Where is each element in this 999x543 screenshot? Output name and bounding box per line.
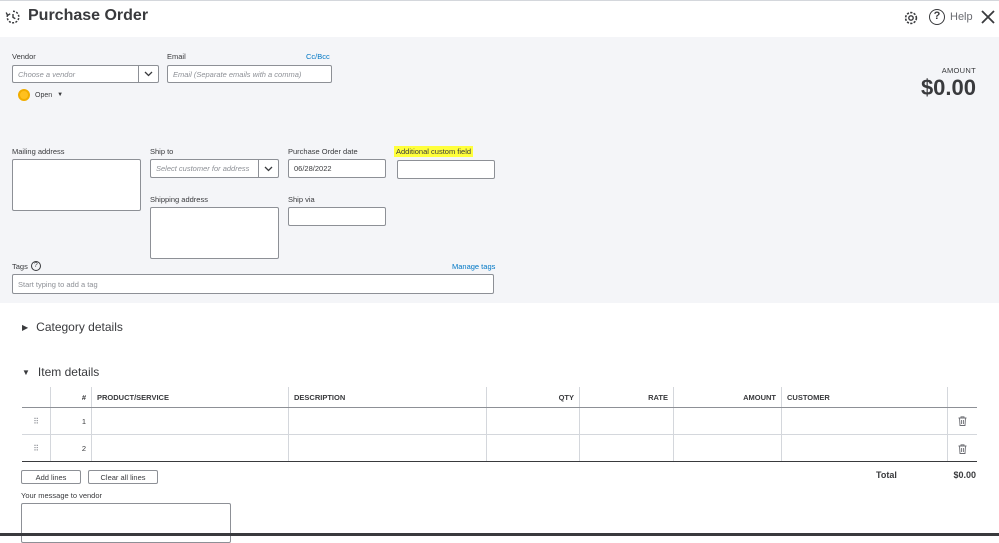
gear-icon[interactable]	[902, 9, 920, 27]
email-field[interactable]: Email (Separate emails with a comma)	[167, 65, 332, 83]
email-label: Email	[167, 52, 186, 61]
custom-field-label: Additional custom field	[394, 146, 474, 157]
cc-bcc-link[interactable]: Cc/Bcc	[306, 52, 330, 61]
trash-icon	[958, 443, 967, 454]
status-badge[interactable]: Open ▼	[18, 89, 63, 101]
column-header-amount: AMOUNT	[673, 387, 781, 407]
description-cell[interactable]	[288, 435, 486, 462]
trash-icon	[958, 416, 967, 426]
drag-column-header	[22, 387, 50, 407]
table-bottom-border	[22, 461, 977, 462]
total-value: $0.00	[953, 470, 976, 480]
delete-row-button[interactable]	[947, 408, 977, 434]
triangle-right-icon: ▶	[22, 322, 29, 332]
form-area: Vendor Choose a vendor Open ▼ Email Cc/B…	[0, 37, 999, 303]
caret-down-icon: ▼	[57, 92, 64, 98]
status-dot-icon	[18, 89, 30, 101]
po-date-field[interactable]: 06/28/2022	[288, 159, 386, 178]
custom-field-input[interactable]	[397, 160, 495, 179]
shipping-address-field[interactable]	[150, 207, 279, 259]
column-header-number: #	[50, 387, 91, 407]
table-row[interactable]: ⠿ 1	[22, 408, 977, 435]
tags-input[interactable]: Start typing to add a tag	[12, 274, 494, 294]
qty-cell[interactable]	[486, 408, 579, 434]
page-title: Purchase Order	[28, 7, 149, 24]
delete-row-button[interactable]	[947, 435, 977, 462]
mailing-address-label: Mailing address	[12, 147, 65, 156]
status-label: Open	[35, 91, 53, 99]
customer-cell[interactable]	[781, 435, 947, 462]
total-label: Total	[876, 470, 897, 480]
help-circle-icon[interactable]: ?	[30, 261, 41, 271]
amount-cell[interactable]	[673, 435, 781, 462]
item-details-label: Item details	[37, 365, 100, 379]
help-button[interactable]: ? Help	[929, 9, 973, 25]
category-details-toggle[interactable]: ▶ Category details	[22, 320, 123, 334]
clear-all-lines-button[interactable]: Clear all lines	[88, 470, 158, 484]
vendor-message-field[interactable]	[21, 503, 231, 543]
triangle-down-icon: ▼	[22, 367, 30, 377]
column-header-product: PRODUCT/SERVICE	[91, 387, 288, 407]
ship-via-label: Ship via	[288, 195, 315, 204]
mailing-address-field[interactable]	[12, 159, 141, 211]
table-row[interactable]: ⠿ 2	[22, 435, 977, 462]
rate-cell[interactable]	[579, 435, 673, 462]
chevron-down-icon	[144, 71, 153, 77]
drag-handle-icon[interactable]: ⠿	[22, 435, 50, 462]
column-header-qty: QTY	[486, 387, 579, 407]
category-details-label: Category details	[36, 320, 123, 334]
vendor-dropdown-button[interactable]	[138, 65, 159, 83]
po-date-label: Purchase Order date	[288, 147, 358, 156]
chevron-down-icon	[264, 166, 273, 171]
column-header-description: DESCRIPTION	[288, 387, 486, 407]
drag-handle-icon[interactable]: ⠿	[22, 408, 50, 434]
qty-cell[interactable]	[486, 435, 579, 462]
product-cell[interactable]	[91, 435, 288, 462]
ship-to-label: Ship to	[150, 147, 174, 156]
vendor-label: Vendor	[12, 52, 36, 61]
shipping-address-label: Shipping address	[150, 195, 208, 204]
manage-tags-link[interactable]: Manage tags	[452, 262, 495, 271]
amount-label: AMOUNT	[941, 66, 976, 75]
recent-history-icon[interactable]	[5, 9, 21, 25]
ship-via-field[interactable]	[288, 207, 386, 226]
add-lines-button[interactable]: Add lines	[21, 470, 81, 484]
product-cell[interactable]	[91, 408, 288, 434]
help-label: Help	[950, 11, 973, 23]
help-icon: ?	[929, 9, 945, 25]
delete-column-header	[947, 387, 977, 407]
vendor-message-label: Your message to vendor	[21, 491, 103, 500]
customer-cell[interactable]	[781, 408, 947, 434]
column-header-rate: RATE	[579, 387, 673, 407]
vendor-input[interactable]: Choose a vendor	[12, 65, 138, 83]
tags-label: Tags ?	[12, 261, 41, 271]
amount-value: $0.00	[920, 75, 976, 100]
header: Purchase Order ? Help	[0, 0, 999, 37]
item-details-toggle[interactable]: ▼ Item details	[22, 365, 99, 379]
close-icon[interactable]	[980, 9, 996, 25]
ship-to-dropdown-button[interactable]	[258, 159, 279, 178]
row-number: 2	[50, 435, 91, 462]
rate-cell[interactable]	[579, 408, 673, 434]
column-header-customer: CUSTOMER	[781, 387, 947, 407]
amount-cell[interactable]	[673, 408, 781, 434]
description-cell[interactable]	[288, 408, 486, 434]
table-header: # PRODUCT/SERVICE DESCRIPTION QTY RATE A…	[22, 387, 977, 408]
ship-to-input[interactable]: Select customer for address	[150, 159, 258, 178]
row-number: 1	[50, 408, 91, 434]
